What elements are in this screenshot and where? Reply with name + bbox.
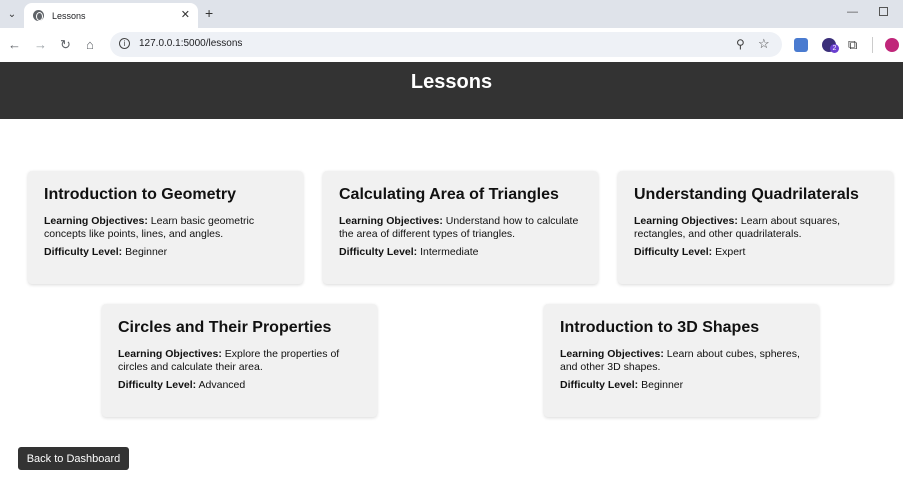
puzzle-extensions-icon[interactable]: ⧉ [848, 37, 857, 53]
bookmark-star-icon[interactable]: ☆ [758, 36, 770, 52]
back-to-dashboard-button[interactable]: Back to Dashboard [18, 447, 129, 470]
page-header: Lessons [0, 62, 903, 119]
lesson-objectives: Learning Objectives: Learn about squares… [634, 215, 841, 240]
lesson-difficulty: Difficulty Level: Expert [634, 246, 746, 258]
profile-avatar-icon[interactable] [885, 38, 899, 52]
globe-icon [33, 10, 44, 21]
lesson-objectives: Learning Objectives: Learn basic geometr… [44, 215, 255, 240]
lesson-card: Understanding Quadrilaterals Learning Ob… [618, 171, 893, 284]
page-title: Lessons [410, 71, 493, 93]
tab-title: Lessons [52, 10, 86, 21]
url-text[interactable]: 127.0.0.1:5000/lessons [139, 38, 242, 49]
browser-tab-strip: ⌄ Lessons ✕ + — [0, 0, 903, 28]
lesson-card: Introduction to 3D Shapes Learning Objec… [544, 304, 819, 417]
site-info-icon[interactable]: i [119, 38, 130, 49]
forward-arrow-icon[interactable]: → [34, 37, 47, 52]
restore-icon[interactable] [879, 7, 888, 16]
toolbar-divider [872, 37, 873, 53]
lesson-card: Introduction to Geometry Learning Object… [28, 171, 303, 284]
browser-toolbar: ← → ↻ ⌂ i 127.0.0.1:5000/lessons ⚲ ☆ 2 ⧉ [0, 28, 903, 62]
lesson-difficulty: Difficulty Level: Beginner [44, 246, 168, 258]
lesson-title: Understanding Quadrilaterals [634, 186, 859, 203]
translate-extension-icon[interactable] [794, 38, 808, 52]
close-tab-icon[interactable]: ✕ [181, 8, 190, 21]
tab-search-chevron-icon[interactable]: ⌄ [4, 5, 20, 23]
minimize-icon[interactable]: — [847, 6, 858, 18]
home-icon[interactable]: ⌂ [86, 37, 94, 52]
lesson-card: Calculating Area of Triangles Learning O… [323, 171, 598, 284]
lesson-difficulty: Difficulty Level: Beginner [560, 379, 684, 391]
lesson-objectives: Learning Objectives: Explore the propert… [118, 348, 340, 373]
lesson-difficulty: Difficulty Level: Intermediate [339, 246, 479, 258]
address-bar[interactable]: i 127.0.0.1:5000/lessons ⚲ ☆ [110, 32, 782, 57]
lesson-difficulty: Difficulty Level: Advanced [118, 379, 246, 391]
lesson-title: Introduction to 3D Shapes [560, 319, 760, 336]
lesson-objectives: Learning Objectives: Learn about cubes, … [560, 348, 800, 373]
back-arrow-icon[interactable]: ← [8, 37, 21, 52]
lesson-objectives: Learning Objectives: Understand how to c… [339, 215, 579, 240]
extension-badge: 2 [830, 44, 839, 53]
reload-icon[interactable]: ↻ [60, 37, 71, 53]
lesson-card: Circles and Their Properties Learning Ob… [102, 304, 377, 417]
zoom-icon[interactable]: ⚲ [736, 37, 745, 51]
new-tab-icon[interactable]: + [205, 5, 213, 21]
lesson-title: Circles and Their Properties [118, 319, 332, 336]
browser-tab[interactable]: Lessons ✕ [24, 3, 198, 28]
lesson-title: Calculating Area of Triangles [339, 186, 559, 203]
lesson-title: Introduction to Geometry [44, 186, 236, 203]
page-content: Lessons Introduction to Geometry Learnin… [0, 62, 903, 477]
